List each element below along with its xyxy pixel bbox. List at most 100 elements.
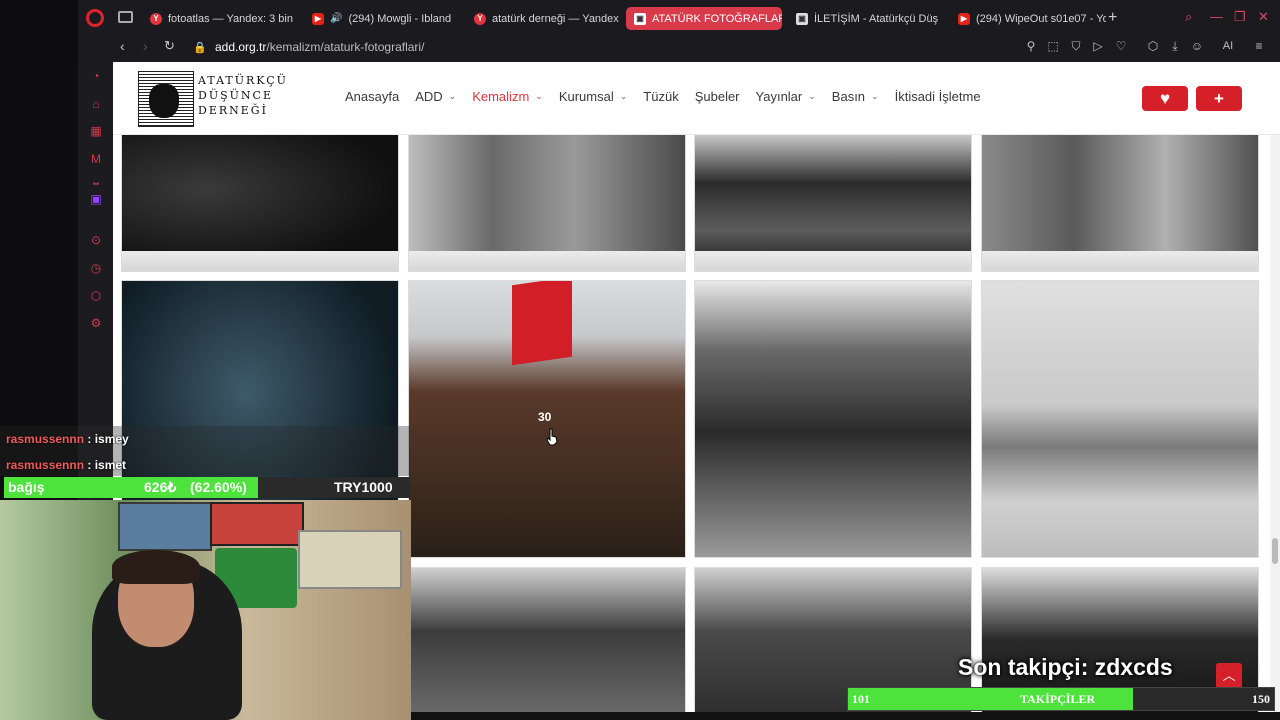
heart-outline-icon[interactable]: ♡ (1114, 39, 1128, 53)
menu-item-add[interactable]: ADD ⌄ (415, 89, 456, 104)
webcam-overlay (0, 500, 411, 720)
add-site-icon: ▣ (634, 12, 646, 25)
back-icon[interactable]: ‹ (120, 38, 125, 54)
site-header: ATATÜRKÇÜ DÜŞÜNCE DERNEĞİ Anasayfa ADD ⌄ … (113, 62, 1280, 135)
menu-item-kurumsal[interactable]: Kurumsal ⌄ (559, 89, 627, 104)
donation-amount: 626₺ (144, 479, 177, 495)
add-site-icon: ▣ (796, 12, 808, 25)
last-follower-text: Son takipçi: zdxcds (958, 654, 1173, 680)
settings-icon[interactable]: ⚙ (88, 315, 104, 331)
main-menu: Anasayfa ADD ⌄ Kemalizm ⌄ Kurumsal ⌄ Tüzük … (345, 89, 997, 104)
lock-icon: 🔒 (193, 42, 207, 54)
tab-label: atatürk derneği — Yandex (492, 12, 619, 25)
reload-icon[interactable]: ↻ (164, 38, 175, 54)
followers-goal-bar: 101 TAKİPÇİLER 150 (847, 687, 1275, 711)
ai-label: AI (1222, 40, 1234, 52)
site-logo[interactable]: ATATÜRKÇÜ DÜŞÜNCE DERNEĞİ (138, 71, 286, 127)
ataturk-portrait-logo (138, 71, 194, 127)
turkish-flag (512, 281, 572, 366)
tab-label: İLETİŞİM - Atatürkçü Düş (814, 12, 939, 25)
tab-label: fotoatlas — Yandex: 3 bin (168, 12, 293, 25)
download-icon[interactable]: ⤓ (1168, 39, 1182, 53)
pin-icon[interactable]: ⚲ (1024, 39, 1038, 53)
forward-icon[interactable]: › (143, 38, 148, 54)
chevron-up-icon: ︿ (1222, 668, 1236, 683)
tab-2[interactable]: ▶ 🔊 (294) Mowgli - Ibland (304, 7, 460, 30)
speaker-icon: 🔊 (330, 13, 343, 24)
menu-item-tuzuk[interactable]: Tüzük (643, 89, 678, 104)
menu-item-anasayfa[interactable]: Anasayfa (345, 89, 399, 104)
menu-item-subeler[interactable]: Şubeler (695, 89, 740, 104)
play-icon[interactable]: ▷ (1091, 39, 1105, 53)
yandex-icon: Y (474, 12, 486, 25)
donate-heart-button[interactable]: ♥ (1142, 86, 1188, 111)
tab-5[interactable]: ▣ İLETİŞİM - Atatürkçü Düş (788, 7, 944, 30)
player-icon[interactable]: ⊙ (88, 232, 104, 248)
gallery-photo[interactable] (408, 134, 686, 272)
chevron-down-icon: ⌄ (619, 91, 628, 101)
gallery-photo[interactable] (408, 567, 686, 720)
url-field[interactable]: add.org.tr/kemalizm/ataturk-fotograflari… (215, 40, 424, 54)
twitch-icon[interactable]: ▣ (88, 191, 104, 207)
back-to-top-button[interactable]: ︿ (1216, 663, 1242, 689)
gallery-photo[interactable] (981, 134, 1259, 272)
menu-item-iktisadi-isletme[interactable]: İktisadi İşletme (895, 89, 981, 104)
chevron-down-icon: ⌄ (808, 91, 816, 101)
donation-label: bağış (8, 479, 45, 495)
yandex-icon: Y (150, 12, 162, 25)
shield-icon[interactable]: ⛉ (1069, 39, 1083, 53)
history-icon[interactable]: ◷ (88, 260, 104, 276)
menu-icon[interactable]: ≡ (1252, 39, 1266, 53)
maximize-icon[interactable]: ❐ (1234, 9, 1246, 25)
donation-goal: TRY1000 (334, 479, 393, 495)
chat-message: rasmussennn : ismey (6, 432, 129, 446)
gallery-photo[interactable] (121, 134, 399, 272)
profile-icon[interactable]: ☺ (1190, 39, 1204, 53)
chat-message: rasmussennn : ismet (6, 458, 127, 472)
join-plus-button[interactable]: + (1196, 86, 1242, 111)
snapshot-icon[interactable]: ⬚ (1046, 39, 1060, 53)
separator-dots-icon: •• (92, 179, 100, 189)
youtube-icon: ▶ (958, 12, 970, 25)
logo-text: ATATÜRKÇÜ DÜŞÜNCE DERNEĞİ (198, 74, 288, 117)
chevron-down-icon: ⌄ (535, 91, 543, 101)
shopping-icon[interactable]: ⌂ (88, 96, 104, 112)
plus-icon: + (1214, 89, 1224, 108)
photo-counter: 30 (538, 410, 552, 424)
url-domain: add.org.tr (215, 40, 267, 54)
opera-logo-icon[interactable] (86, 9, 104, 27)
menu-item-yayinlar[interactable]: Yayınlar ⌄ (756, 89, 816, 104)
menu-item-basin[interactable]: Basın ⌄ (832, 89, 879, 104)
minimize-icon[interactable]: — (1210, 9, 1223, 24)
followers-start: 101 (852, 692, 870, 706)
donation-percent: (62.60%) (190, 479, 247, 495)
hand-cursor-icon (546, 428, 558, 446)
tab-label: (294) Mowgli - Ibland (348, 12, 452, 25)
tab-6[interactable]: ▶ (294) WipeOut s01e07 - Yo (950, 7, 1106, 30)
chevron-down-icon: ⌄ (448, 91, 457, 101)
gallery-photo[interactable] (694, 134, 972, 272)
speed-dial-icon[interactable]: ◔ (88, 68, 104, 84)
donation-goal-bar: bağış 626₺ (62.60%) TRY1000 (4, 477, 410, 498)
tab-label: (294) WipeOut s01e07 - Yo (976, 12, 1106, 25)
gallery-photo[interactable] (981, 280, 1259, 558)
followers-label: TAKİPÇİLER (1020, 692, 1096, 706)
extensions-sidebar-icon[interactable]: ⬡ (88, 288, 104, 304)
youtube-icon: ▶ (312, 12, 324, 25)
gallery-photo[interactable] (694, 280, 972, 558)
tab-3[interactable]: Y atatürk derneği — Yandex (466, 7, 622, 30)
tab-1[interactable]: Y fotoatlas — Yandex: 3 bin (142, 7, 298, 30)
search-tabs-icon[interactable]: ⌕ (1185, 9, 1192, 25)
tab-manager-icon[interactable] (118, 11, 133, 23)
tab-4-active[interactable]: ▣ ATATÜRK FOTOĞRAFLARI (626, 7, 782, 30)
page-scrollbar[interactable] (1270, 62, 1280, 720)
menu-item-kemalizm[interactable]: Kemalizm ⌄ (472, 89, 543, 104)
news-icon[interactable]: ▦ (88, 123, 104, 139)
extensions-icon[interactable]: ⬡ (1146, 39, 1160, 53)
aria-ai-button[interactable]: AI (1214, 39, 1242, 53)
messenger-icon[interactable]: M (88, 151, 104, 167)
followers-end: 150 (1252, 692, 1270, 706)
scrollbar-thumb[interactable] (1272, 538, 1278, 564)
close-icon[interactable]: ✕ (1258, 9, 1269, 25)
new-tab-icon[interactable]: + (1108, 9, 1117, 27)
